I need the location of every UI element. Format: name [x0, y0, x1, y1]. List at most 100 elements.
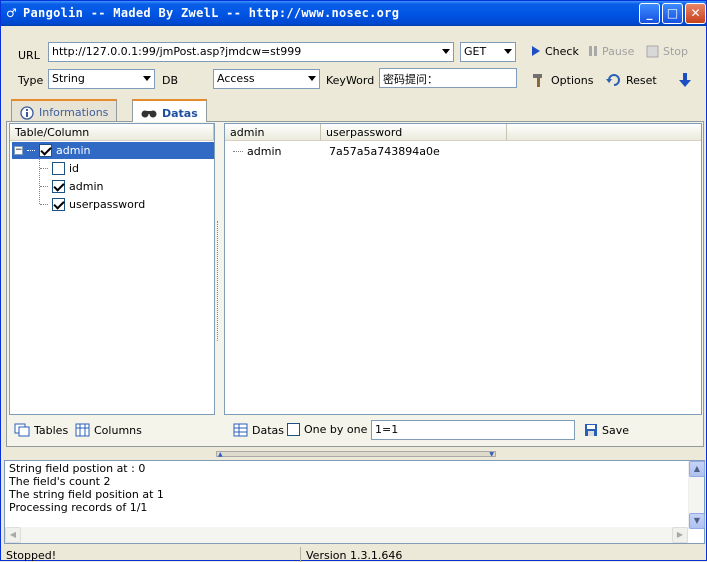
grid-header-filler	[507, 124, 701, 141]
db-label: DB	[162, 74, 179, 87]
app-window: ♂ Pangolin -- Maded By ZwelL -- http://w…	[0, 0, 707, 562]
hammer-icon	[533, 74, 542, 87]
method-select[interactable]: GET	[460, 42, 516, 62]
column-checkbox[interactable]	[52, 180, 65, 193]
window-title: Pangolin -- Maded By ZwelL -- http://www…	[23, 6, 400, 20]
keyword-input[interactable]: 密码提问：	[379, 68, 517, 88]
reset-label: Reset	[626, 73, 657, 87]
scroll-up-icon[interactable]: ▲	[689, 461, 705, 477]
type-label: Type	[18, 74, 44, 87]
splitter-grip	[217, 221, 221, 341]
splitter-up-icon[interactable]: ▲	[218, 451, 223, 458]
check-button[interactable]: Check	[531, 42, 579, 60]
stop-label: Stop	[663, 44, 689, 58]
datas-label: Datas	[252, 423, 284, 437]
tree-item-column[interactable]: id	[40, 160, 79, 177]
log-line: Processing records of 1/1	[9, 501, 148, 514]
table-checkbox[interactable]	[39, 144, 52, 157]
scroll-left-icon[interactable]: ◀	[5, 527, 21, 543]
grid-header-admin[interactable]: admin	[225, 124, 321, 141]
tab-informations[interactable]: Informations	[11, 99, 118, 121]
type-select[interactable]: String	[48, 69, 155, 89]
reset-button[interactable]: Reset	[606, 71, 657, 89]
log-panel[interactable]: String field postion at : 0 The field's …	[4, 460, 705, 544]
one-by-one-label: One by one	[304, 423, 368, 436]
log-line: String field postion at : 0	[9, 462, 146, 475]
log-line: The string field position at 1	[9, 488, 164, 501]
tree-item-column[interactable]: admin	[40, 178, 103, 195]
grid-icon	[233, 423, 248, 437]
download-button[interactable]	[678, 71, 692, 89]
grid-header-userpassword[interactable]: userpassword	[321, 124, 507, 141]
options-button[interactable]: Options	[531, 71, 593, 89]
scroll-down-icon[interactable]: ▼	[689, 513, 705, 529]
status-version: Version 1.3.1.646	[306, 549, 403, 562]
arrow-down-icon	[679, 73, 691, 87]
tree-panel[interactable]: Table/Column − admin id admin userpasswo…	[9, 123, 215, 415]
one-by-one-checkbox[interactable]: One by one	[287, 423, 367, 436]
url-combobox[interactable]: http://127.0.0.1:99/jmPost.asp?jmdcw=st9…	[48, 42, 454, 62]
columns-button[interactable]: Columns	[75, 423, 142, 437]
tab-datas[interactable]: Datas	[132, 99, 207, 122]
tab-datas-label: Datas	[162, 106, 198, 120]
tree-line	[40, 168, 48, 169]
column-checkbox[interactable]	[52, 198, 65, 211]
condition-value: 1=1	[375, 423, 399, 436]
stop-button[interactable]: Stop	[646, 42, 688, 60]
chevron-down-icon[interactable]	[143, 76, 151, 81]
status-state: Stopped!	[1, 547, 301, 562]
pause-label: Pause	[602, 44, 635, 58]
log-line: The field's count 2	[9, 475, 111, 488]
tables-label: Tables	[34, 423, 69, 437]
tree-item-column-label: admin	[69, 180, 104, 193]
url-label: URL	[18, 49, 40, 62]
tree-line	[233, 151, 243, 152]
log-horizontal-scrollbar[interactable]: ◀ ▶	[5, 527, 688, 543]
chevron-down-icon[interactable]	[308, 76, 316, 81]
tree-item-column-label: userpassword	[69, 198, 146, 211]
info-icon	[20, 105, 34, 120]
data-grid[interactable]: admin userpassword admin 7a57a5a743894a0…	[224, 123, 702, 415]
keyword-value: 密码提问：	[383, 73, 438, 86]
pause-button[interactable]: Pause	[588, 42, 634, 60]
close-button[interactable]: ✕	[685, 3, 706, 24]
tree-item-table[interactable]: − admin	[12, 142, 214, 159]
columns-icon	[75, 423, 90, 437]
reset-icon	[606, 74, 620, 86]
tree-header[interactable]: Table/Column	[10, 124, 214, 141]
minimize-button[interactable]: _	[639, 3, 660, 24]
splitter-down-icon[interactable]: ▼	[489, 451, 494, 458]
grid-cell: 7a57a5a743894a0e	[329, 145, 440, 158]
horizontal-splitter[interactable]: ▲ ▼	[216, 451, 496, 458]
tree-item-table-label: admin	[56, 144, 91, 157]
tables-button[interactable]: Tables	[14, 423, 68, 437]
save-button[interactable]: Save	[584, 423, 629, 437]
tree-line	[27, 150, 35, 151]
vertical-splitter[interactable]	[216, 123, 222, 445]
db-select[interactable]: Access	[213, 69, 320, 89]
maximize-button[interactable]: □	[662, 3, 683, 24]
db-value: Access	[217, 72, 255, 85]
tree-item-column[interactable]: userpassword	[40, 196, 145, 213]
tree-item-column-label: id	[69, 162, 80, 175]
log-vertical-scrollbar[interactable]: ▲ ▼	[688, 461, 705, 529]
chevron-down-icon[interactable]	[504, 49, 512, 54]
options-label: Options	[551, 73, 594, 87]
scroll-right-icon[interactable]: ▶	[672, 527, 688, 543]
one-by-one-check[interactable]	[287, 423, 300, 436]
pause-icon	[589, 46, 597, 56]
table-row[interactable]: admin 7a57a5a743894a0e	[233, 143, 440, 160]
collapse-icon[interactable]: −	[14, 146, 23, 155]
title-bar[interactable]: ♂ Pangolin -- Maded By ZwelL -- http://w…	[1, 1, 706, 26]
condition-input[interactable]: 1=1	[371, 420, 575, 440]
save-icon	[585, 424, 597, 436]
tab-informations-label: Informations	[39, 106, 109, 119]
stop-icon	[646, 45, 659, 57]
column-checkbox[interactable]	[52, 162, 65, 175]
method-value: GET	[464, 45, 487, 58]
columns-label: Columns	[94, 423, 142, 437]
chevron-down-icon[interactable]	[442, 49, 450, 54]
grid-cell: admin	[247, 145, 282, 158]
datas-button[interactable]: Datas	[233, 423, 284, 437]
status-bar: Stopped! Version 1.3.1.646	[1, 547, 706, 562]
